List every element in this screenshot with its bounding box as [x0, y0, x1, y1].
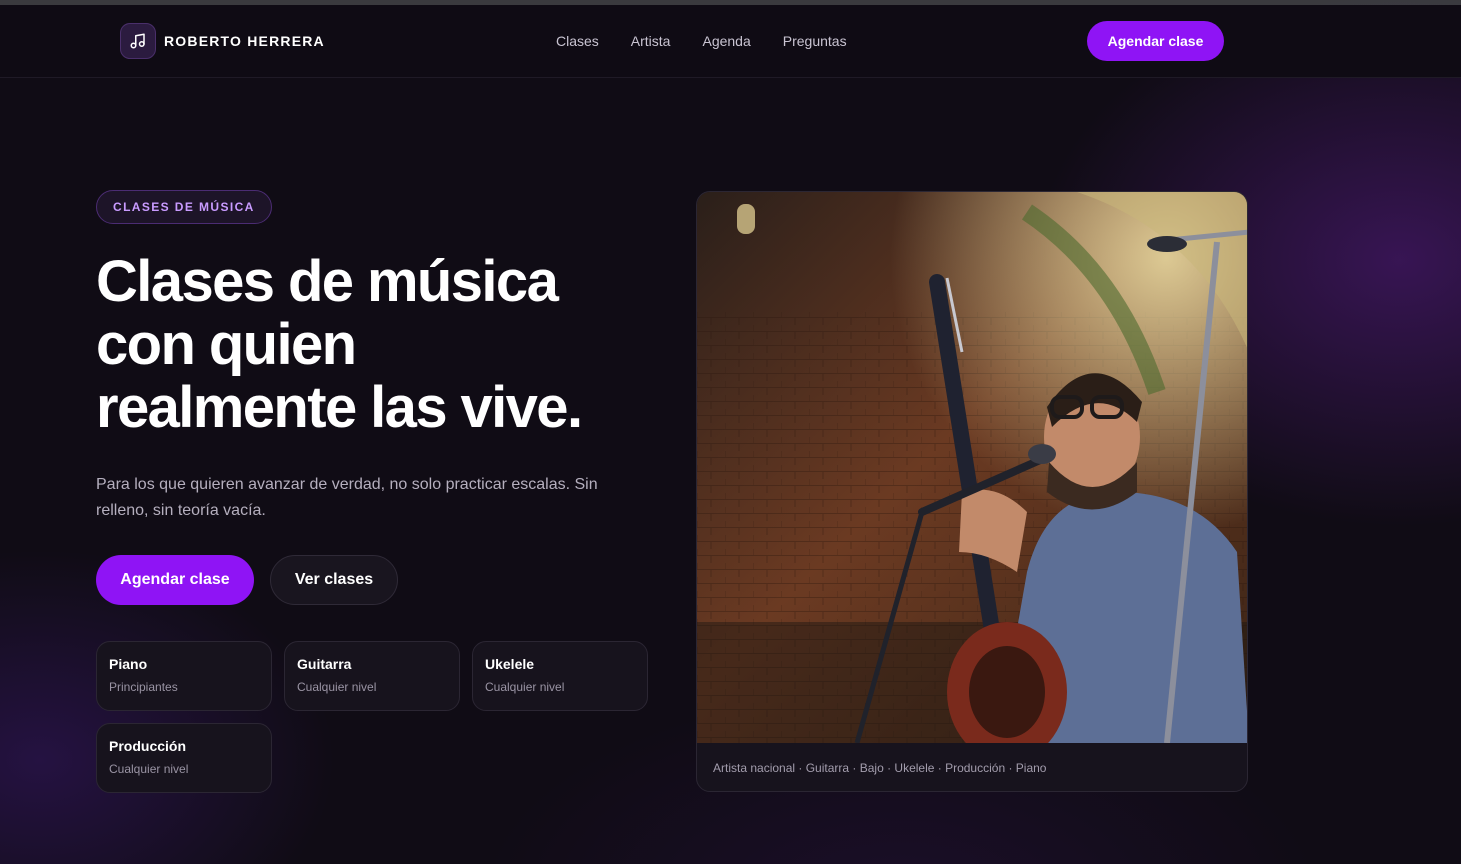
- brand-name: ROBERTO HERRERA: [164, 33, 325, 49]
- hero-lead: Para los que quieren avanzar de verdad, …: [96, 476, 598, 519]
- brand[interactable]: ROBERTO HERRERA: [120, 23, 325, 59]
- hero-title: Clases de música con quien realmente las…: [96, 250, 656, 439]
- view-classes-button[interactable]: Ver clases: [270, 555, 398, 605]
- hero-title-line-1: Clases de música: [96, 249, 559, 314]
- class-card-ukelele[interactable]: Ukelele Cualquier nivel: [472, 641, 648, 711]
- class-card-level: Cualquier nivel: [485, 680, 565, 694]
- main-nav: Clases Artista Agenda Preguntas: [556, 33, 847, 49]
- nav-link-agenda[interactable]: Agenda: [702, 33, 750, 49]
- nav-link-artista[interactable]: Artista: [631, 33, 671, 49]
- class-card-level: Cualquier nivel: [109, 762, 189, 776]
- site-header: ROBERTO HERRERA Clases Artista Agenda Pr…: [0, 5, 1461, 78]
- section-badge: CLASES DE MÚSICA: [96, 190, 272, 224]
- nav-link-clases[interactable]: Clases: [556, 33, 599, 49]
- hero-title-line-3: realmente las vive.: [96, 375, 583, 440]
- class-card-piano[interactable]: Piano Principiantes: [96, 641, 272, 711]
- book-class-button[interactable]: Agendar clase: [96, 555, 254, 605]
- hero-title-line-2: con quien: [96, 312, 357, 377]
- class-card-level: Principiantes: [109, 680, 178, 694]
- class-card-guitarra[interactable]: Guitarra Cualquier nivel: [284, 641, 460, 711]
- nav-link-preguntas[interactable]: Preguntas: [783, 33, 847, 49]
- header-book-class-button[interactable]: Agendar clase: [1087, 21, 1224, 61]
- class-card-level: Cualquier nivel: [297, 680, 377, 694]
- class-card-title: Producción: [109, 738, 187, 754]
- class-card-title: Piano: [109, 656, 148, 672]
- photo-caption: Artista nacional · Guitarra · Bajo · Uke…: [713, 761, 1047, 775]
- artist-photo-card: Artista nacional · Guitarra · Bajo · Uke…: [696, 191, 1248, 792]
- class-card-title: Ukelele: [485, 656, 535, 672]
- class-card-title: Guitarra: [297, 656, 352, 672]
- artist-photo: [697, 192, 1247, 743]
- music-note-icon: [120, 23, 156, 59]
- class-card-produccion[interactable]: Producción Cualquier nivel: [96, 723, 272, 793]
